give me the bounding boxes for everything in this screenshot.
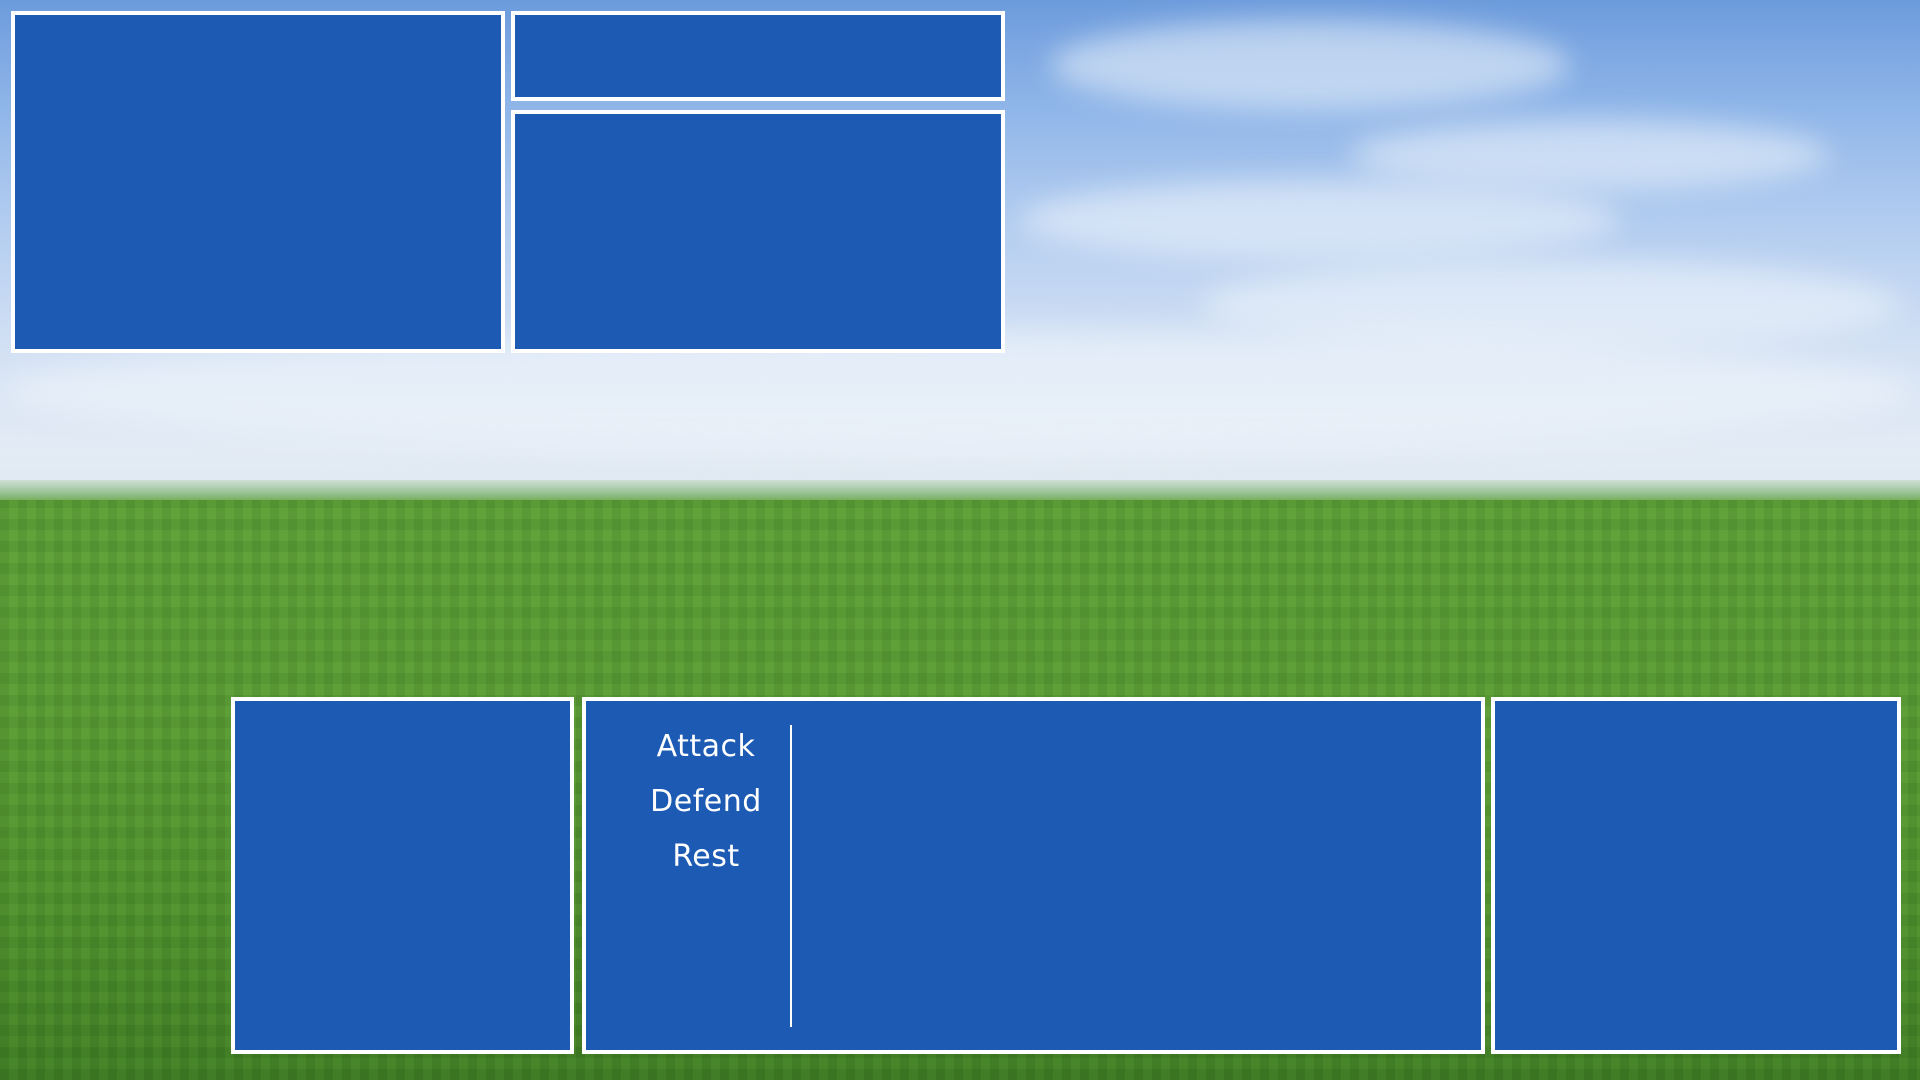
cloud	[1020, 180, 1620, 260]
command-detail-area	[798, 719, 1463, 1032]
command-divider	[790, 725, 792, 1027]
cloud	[1050, 20, 1570, 110]
player-stats-panel	[1491, 697, 1901, 1054]
horizon-line	[0, 480, 1920, 500]
cloud	[1350, 120, 1830, 190]
enemy-portrait-panel	[11, 11, 505, 353]
enemy-name-panel	[511, 11, 1005, 101]
player-portrait-panel	[231, 697, 574, 1054]
command-menu-panel: Attack Defend Rest	[582, 697, 1485, 1054]
enemy-stats-panel	[511, 110, 1005, 353]
